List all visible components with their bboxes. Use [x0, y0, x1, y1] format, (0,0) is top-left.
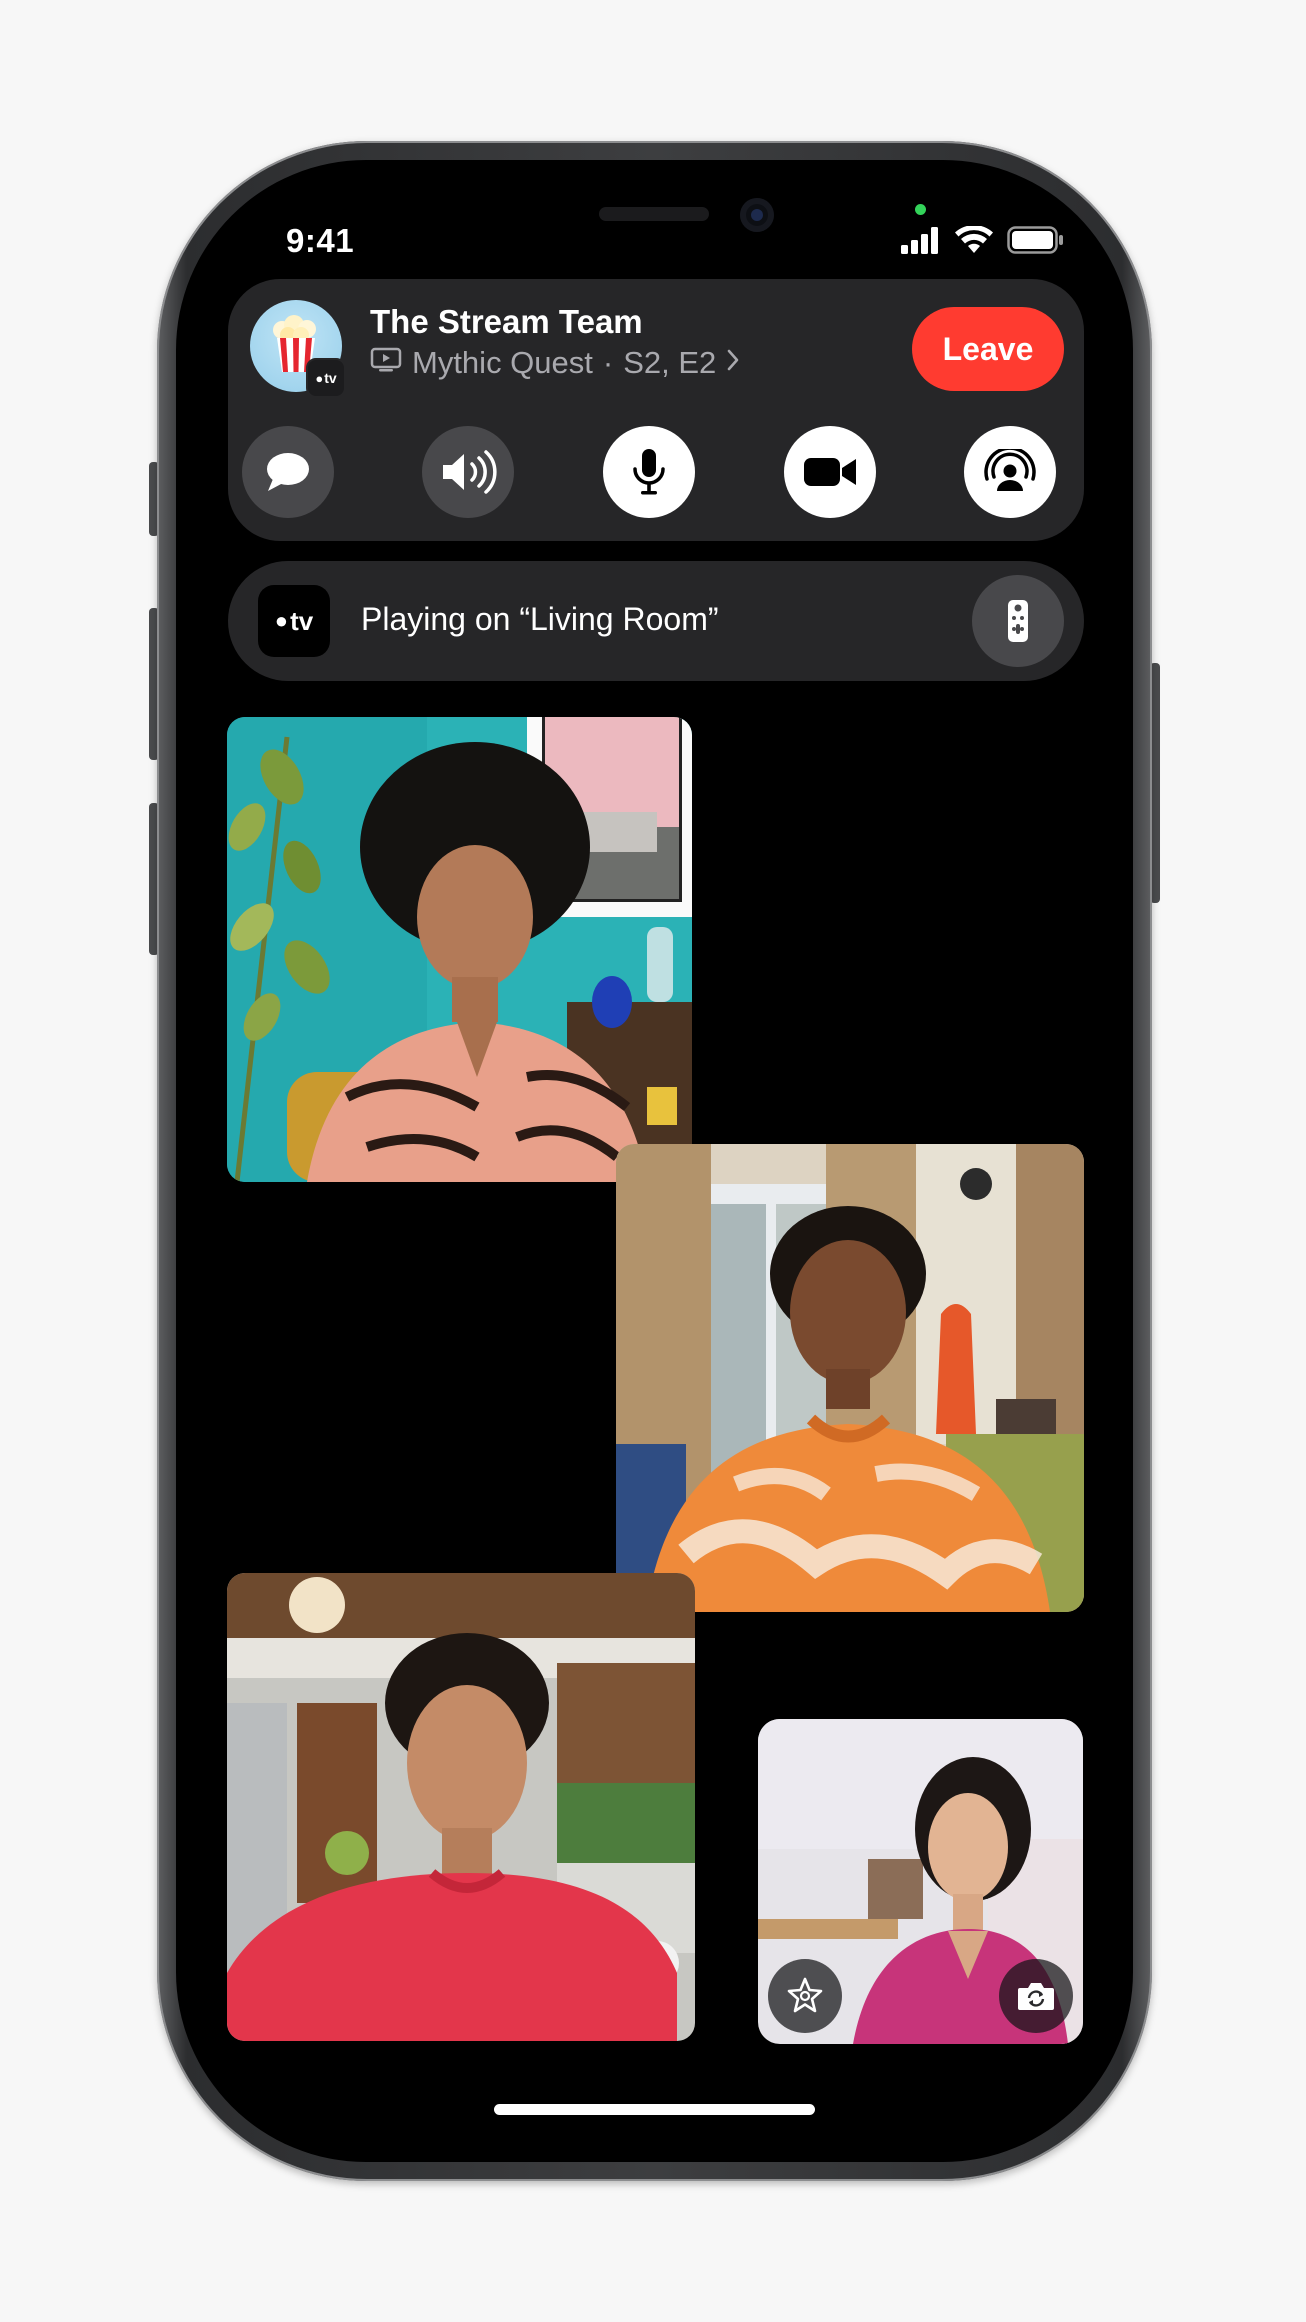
camera-flip-icon: [1018, 1983, 1054, 2010]
leave-button[interactable]: Leave: [912, 307, 1064, 391]
media-episode: S2, E2: [623, 345, 717, 380]
apple-logo-icon: ●: [274, 608, 289, 633]
apple-logo-icon: ●: [315, 370, 324, 386]
media-title: Mythic Quest: [412, 345, 593, 380]
appletv-app-icon: ● tv: [258, 585, 330, 657]
badge-text: tv: [324, 370, 337, 386]
microphone-button[interactable]: [603, 426, 695, 518]
now-playing-bar[interactable]: ● tv Playing on “Living Room”: [228, 561, 1084, 681]
shareplay-panel: ● tv The Stream Team Mythic Quest · S2, E…: [228, 279, 1084, 541]
battery-icon: [1007, 226, 1063, 259]
status-time: 9:41: [286, 222, 355, 259]
status-icons: [901, 225, 1063, 259]
messages-button[interactable]: [242, 426, 334, 518]
message-bubble-icon: [267, 453, 309, 491]
star-effects-icon: [787, 1977, 823, 2013]
appletv-badge: ● tv: [306, 358, 346, 398]
speaker-wave-icon: [443, 450, 497, 494]
participant-tile-1[interactable]: [227, 717, 692, 1182]
self-view-tile[interactable]: [758, 1719, 1083, 2044]
appletv-label: tv: [290, 605, 314, 636]
media-info-row[interactable]: Mythic Quest · S2, E2: [370, 345, 740, 381]
participant-3-video: [227, 1573, 695, 2041]
group-avatar[interactable]: ● tv: [250, 300, 346, 398]
participant-2-video: [616, 1144, 1084, 1612]
earpiece-speaker: [599, 207, 709, 221]
video-camera-icon: [804, 458, 856, 486]
wifi-icon: [955, 225, 993, 259]
playing-on-text: Playing on “Living Room”: [361, 601, 719, 637]
remote-icon: [1008, 600, 1028, 642]
flip-camera-button[interactable]: [999, 1959, 1073, 2033]
shareplay-icon: [984, 449, 1036, 491]
microphone-icon: [633, 449, 665, 495]
cellular-signal-icon: [901, 226, 941, 259]
media-separator: ·: [602, 345, 614, 380]
tv-screen-icon: [370, 345, 402, 381]
camera-in-use-indicator: [915, 204, 926, 215]
participant-tile-3[interactable]: [227, 1573, 695, 2041]
front-camera: [740, 198, 774, 232]
effects-button[interactable]: [768, 1959, 842, 2033]
shareplay-button[interactable]: [964, 426, 1056, 518]
remote-button[interactable]: [972, 575, 1064, 667]
participant-1-video: [227, 717, 692, 1182]
camera-button[interactable]: [784, 426, 876, 518]
chevron-right-icon: [726, 345, 740, 381]
speaker-button[interactable]: [422, 426, 514, 518]
phone-screen: 9:41 ● tv The Stream Team Mythic Quest ·…: [176, 160, 1133, 2162]
home-indicator[interactable]: [494, 2104, 815, 2115]
group-name: The Stream Team: [370, 303, 643, 340]
participant-tile-2[interactable]: [616, 1144, 1084, 1612]
